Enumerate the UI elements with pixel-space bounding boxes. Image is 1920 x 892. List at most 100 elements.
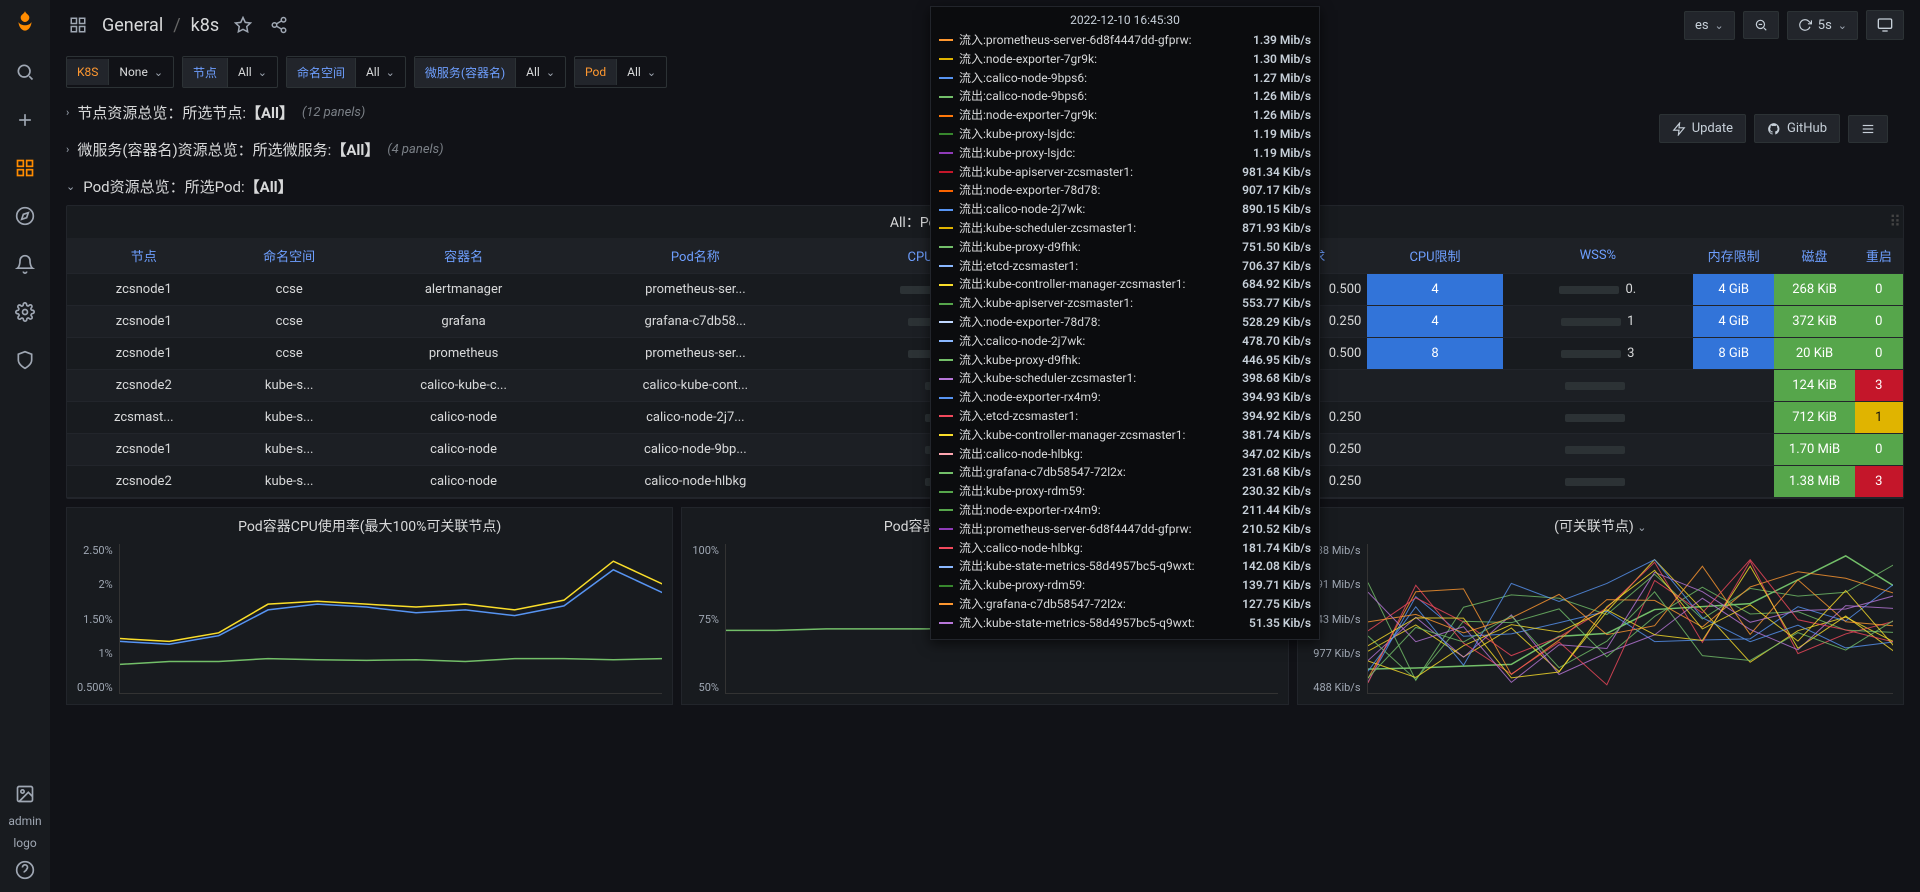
table-header[interactable]: Pod名称 (569, 238, 821, 274)
variable-节点[interactable]: 节点All ⌄ (182, 56, 278, 88)
table-row[interactable]: zcsnode1ccsealertmanagerprometheus-ser..… (67, 274, 1693, 306)
variable-Pod[interactable]: PodAll ⌄ (574, 56, 667, 88)
help-icon[interactable] (13, 858, 37, 882)
table-row[interactable]: zcsnode1ccsegrafanagrafana-c7db58...1.65… (67, 306, 1693, 338)
sidebar-nav: admin logo (0, 0, 50, 892)
breadcrumb-folder[interactable]: General (102, 15, 163, 36)
tooltip-series-row: 流入:etcd-zcsmaster1:394.92 Kib/s (939, 407, 1311, 426)
table-header[interactable]: 磁盘 (1774, 238, 1854, 274)
variable-value[interactable]: All ⌄ (228, 59, 277, 85)
variable-label: 命名空间 (287, 58, 356, 87)
breadcrumb-dashboard[interactable]: k8s (191, 15, 220, 36)
tooltip-series-row: 流入:node-exporter-7gr9k:1.30 Mib/s (939, 50, 1311, 69)
table-header[interactable]: CPU限制 (1367, 238, 1502, 274)
gauge-bar (1565, 446, 1625, 454)
tooltip-series-row: 流入:kube-apiserver-zcsmaster1:553.77 Kib/… (939, 294, 1311, 313)
table-header[interactable]: 内存限制 (1693, 238, 1774, 274)
table-row[interactable]: zcsnode1kube-s...calico-nodecalico-node-… (67, 434, 1693, 466)
breadcrumb: General / k8s (102, 15, 219, 36)
chevron-down-icon: ⌄ (66, 180, 75, 193)
zoom-out-button[interactable] (1743, 11, 1779, 39)
dashboards-icon[interactable] (13, 156, 37, 180)
y-axis: 2.50%2%1.50%1%0.500% (77, 544, 119, 694)
chart-title[interactable]: (可关联节点) ⌄ (1298, 508, 1903, 544)
tooltip-series-row: 流出:kube-scheduler-zcsmaster1:871.93 Kib/… (939, 219, 1311, 238)
tooltip-series-row: 流入:kube-proxy-lsjdc:1.19 Mib/s (939, 125, 1311, 144)
tooltip-series-row: 流出:kube-controller-manager-zcsmaster1:68… (939, 275, 1311, 294)
graph-tooltip: 2022-12-10 16:45:30 流入:prometheus-server… (930, 6, 1320, 640)
chart-plot[interactable] (119, 544, 663, 694)
table-row[interactable]: 1.38 MiB3 (1693, 466, 1903, 498)
share-icon[interactable] (267, 13, 291, 37)
table-row[interactable]: 1.70 MiB0 (1693, 434, 1903, 466)
table-row[interactable]: 8 GiB20 KiB0 (1693, 338, 1903, 370)
avatar-icon[interactable] (13, 782, 37, 806)
table-header[interactable]: WSS% (1503, 238, 1693, 274)
variable-微服务(容器名)[interactable]: 微服务(容器名)All ⌄ (414, 56, 566, 88)
chevron-right-icon: › (66, 143, 69, 156)
chevron-right-icon: › (66, 106, 69, 119)
table-row[interactable]: 4 GiB372 KiB0 (1693, 306, 1903, 338)
tooltip-series-row: 流出:kube-proxy-d9fhk:751.50 Kib/s (939, 238, 1311, 257)
variable-K8S[interactable]: K8SNone ⌄ (66, 56, 174, 88)
variable-value[interactable]: All ⌄ (516, 59, 565, 85)
tooltip-series-row: 流入:node-exporter-78d78:528.29 Kib/s (939, 313, 1311, 332)
tooltip-series-row: 流出:kube-proxy-lsjdc:1.19 Mib/s (939, 144, 1311, 163)
chart-title[interactable]: Pod容器CPU使用率(最大100%可关联节点) (67, 508, 672, 544)
tooltip-series-row: 流入:kube-scheduler-zcsmaster1:398.68 Kib/… (939, 369, 1311, 388)
table-row[interactable]: zcsnode2kube-s...calico-nodecalico-node-… (67, 466, 1693, 498)
github-button[interactable]: GitHub (1754, 114, 1840, 143)
variable-命名空间[interactable]: 命名空间All ⌄ (286, 56, 406, 88)
tooltip-series-row: 流出:kube-proxy-rdm59:230.32 Kib/s (939, 482, 1311, 501)
tv-mode-button[interactable] (1866, 10, 1904, 40)
tooltip-series-row: 流出:calico-node-hlbkg:347.02 Kib/s (939, 445, 1311, 464)
table-header[interactable]: 重启 (1855, 238, 1903, 274)
table-header[interactable]: 节点 (67, 238, 221, 274)
drag-handle-icon[interactable]: ⠿ (1889, 212, 1901, 231)
tooltip-series-row: 流出:calico-node-2j7wk:890.15 Kib/s (939, 200, 1311, 219)
tooltip-series-row: 流入:grafana-c7db58547-72l2x:127.75 Kib/s (939, 595, 1311, 614)
tooltip-series-row: 流出:node-exporter-rx4m9:211.44 Kib/s (939, 501, 1311, 520)
shield-icon[interactable] (13, 348, 37, 372)
star-icon[interactable] (231, 13, 255, 37)
table-header[interactable]: 命名空间 (221, 238, 358, 274)
variable-label: Pod (575, 59, 617, 85)
tooltip-series-row: 流出:kube-state-metrics-58d4957bc5-q9wxt:1… (939, 557, 1311, 576)
tooltip-series-row: 流出:node-exporter-78d78:907.17 Kib/s (939, 181, 1311, 200)
pod-table-left: 节点命名空间容器名Pod名称CPU%(最大100%)使用核数CPU需求CPU限制… (67, 238, 1693, 498)
gauge-bar (1565, 478, 1625, 486)
tooltip-series-row: 流出:prometheus-server-6d8f4447dd-gfprw:21… (939, 520, 1311, 539)
time-range-dropdown[interactable]: es ⌄ (1684, 11, 1735, 40)
table-row[interactable]: zcsmast...kube-s...calico-nodecalico-nod… (67, 402, 1693, 434)
chart-panel: Pod容器CPU使用率(最大100%可关联节点) 2.50%2%1.50%1%0… (66, 507, 673, 705)
variable-value[interactable]: All ⌄ (617, 59, 666, 85)
tooltip-series-row: 流入:kube-state-metrics-58d4957bc5-q9wxt:5… (939, 614, 1311, 633)
grafana-logo-icon[interactable] (11, 8, 39, 36)
table-row[interactable]: zcsnode1ccseprometheusprometheus-ser...1… (67, 338, 1693, 370)
table-row[interactable]: zcsnode2kube-s...calico-kube-c...calico-… (67, 370, 1693, 402)
panel-menu-button[interactable] (1848, 115, 1888, 143)
gauge-bar (1561, 318, 1621, 326)
table-row[interactable]: 712 KiB1 (1693, 402, 1903, 434)
logo-label: logo (13, 836, 36, 850)
variable-label: K8S (67, 59, 109, 85)
gear-icon[interactable] (13, 300, 37, 324)
table-header[interactable]: 容器名 (358, 238, 570, 274)
alerting-icon[interactable] (13, 252, 37, 276)
explore-icon[interactable] (13, 204, 37, 228)
variable-label: 微服务(容器名) (415, 58, 516, 87)
tooltip-series-row: 流出:etcd-zcsmaster1:706.37 Kib/s (939, 257, 1311, 276)
table-row[interactable]: 4 GiB268 KiB0 (1693, 274, 1903, 306)
tooltip-series-row: 流入:node-exporter-rx4m9:394.93 Kib/s (939, 388, 1311, 407)
update-button[interactable]: Update (1659, 114, 1746, 143)
dashboards-breadcrumb-icon[interactable] (66, 13, 90, 37)
variable-value[interactable]: None ⌄ (109, 59, 173, 85)
search-icon[interactable] (13, 60, 37, 84)
panel-actions: Update GitHub (1643, 108, 1904, 149)
chart-plot[interactable] (1367, 544, 1893, 694)
variable-label: 节点 (183, 58, 228, 87)
variable-value[interactable]: All ⌄ (356, 59, 405, 85)
plus-icon[interactable] (13, 108, 37, 132)
table-row[interactable]: 124 KiB3 (1693, 370, 1903, 402)
refresh-button[interactable]: 5s ⌄ (1787, 11, 1858, 40)
